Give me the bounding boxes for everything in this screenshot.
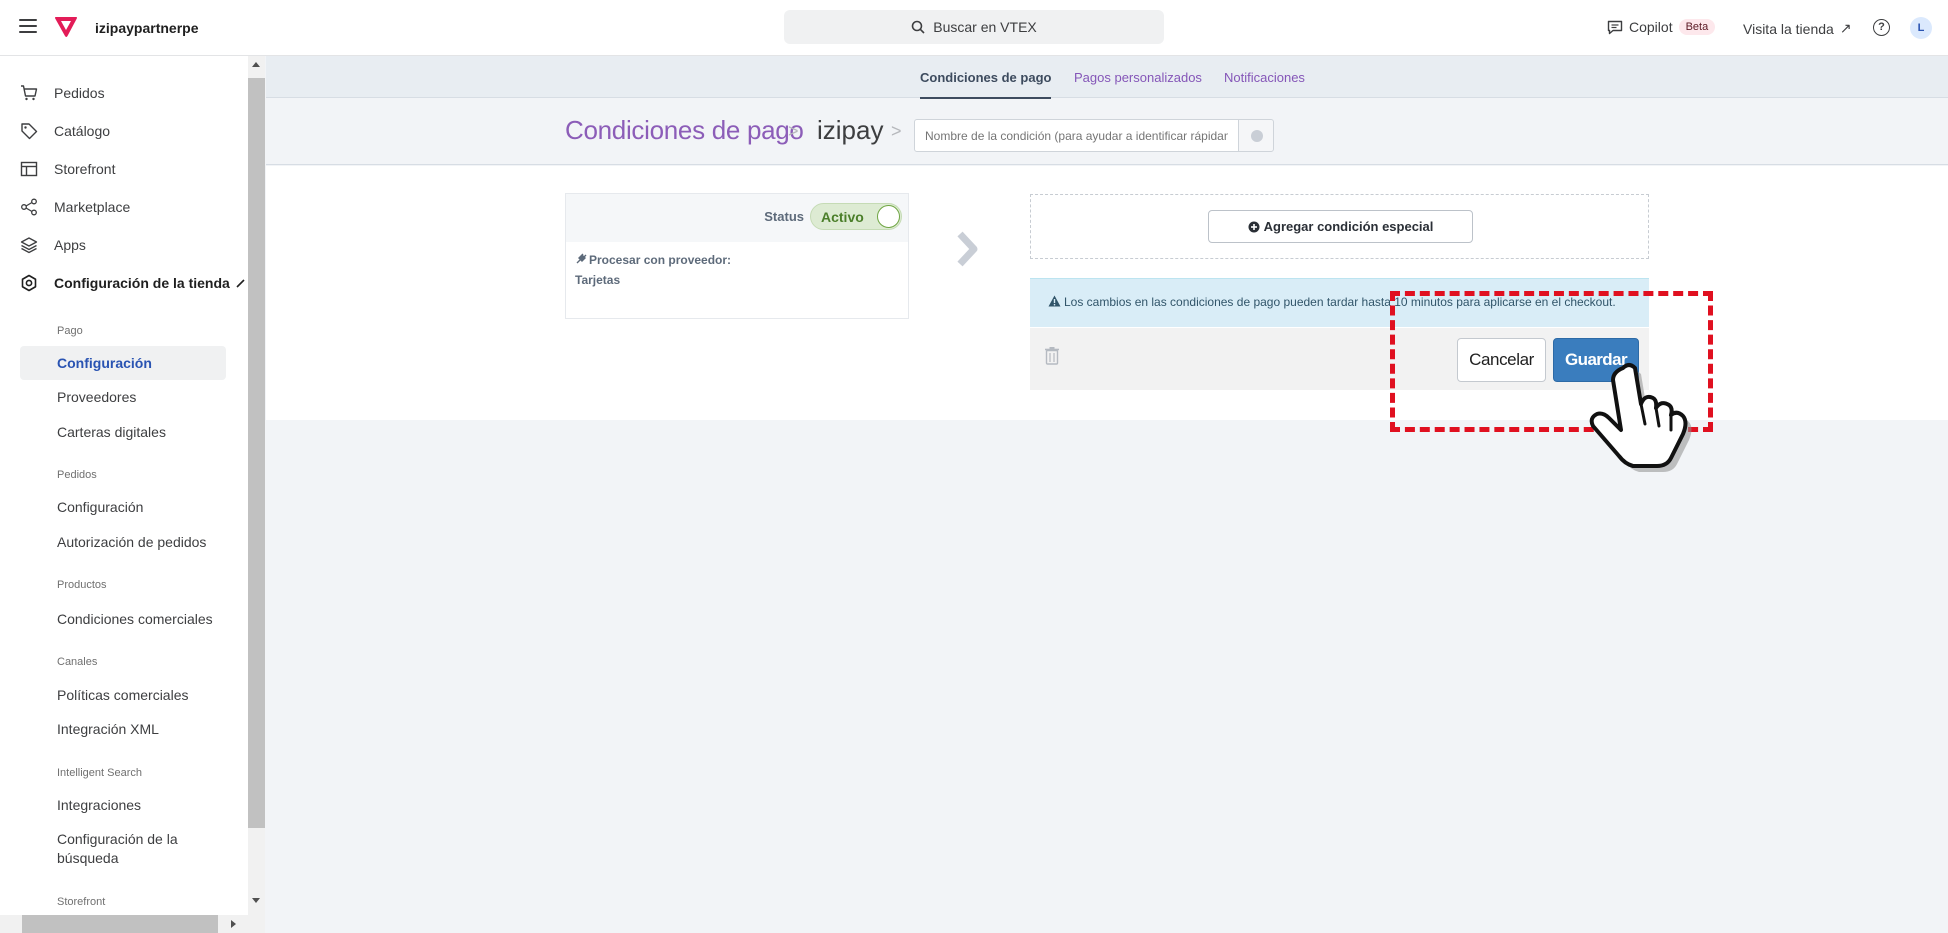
scroll-right-icon[interactable] <box>231 920 236 928</box>
processor-label: Procesar con proveedor: <box>575 253 731 267</box>
check-icon <box>1251 130 1263 142</box>
sidebar-sub-item-config-busqueda-line2[interactable]: búsqueda <box>57 850 119 866</box>
sidebar-sub-item-integracion-xml[interactable]: Integración XML <box>57 721 159 737</box>
sidebar-item-label: Catálogo <box>54 123 111 139</box>
sidebar-item-label: Marketplace <box>54 199 131 215</box>
tab-pagos-personalizados[interactable]: Pagos personalizados <box>1074 70 1202 85</box>
sidebar-scrollbar[interactable] <box>248 56 265 916</box>
avatar[interactable]: L <box>1910 17 1932 39</box>
tab-condiciones-de-pago[interactable]: Condiciones de pago <box>920 70 1052 99</box>
top-bar: izipaypartnerpe Buscar en VTEX Copilot B… <box>0 0 1948 56</box>
sidebar-item-catalogo[interactable]: Catálogo <box>20 122 110 140</box>
scrollbar-thumb[interactable] <box>22 915 218 933</box>
status-toggle[interactable]: Activo <box>810 203 902 230</box>
breadcrumb-separator: > <box>891 121 902 141</box>
sidebar-sub-item-config-busqueda[interactable]: Configuración de la <box>57 831 178 847</box>
sidebar-sub-item-autorizacion[interactable]: Autorización de pedidos <box>57 534 206 550</box>
layout-icon <box>20 161 38 177</box>
vtex-logo[interactable] <box>54 16 78 38</box>
breadcrumb-current: izipay <box>817 115 884 145</box>
sidebar-sub-item-carteras[interactable]: Carteras digitales <box>57 424 166 440</box>
visit-store-link[interactable]: Visita la tienda ↗ <box>1743 20 1852 37</box>
trash-icon[interactable] <box>1044 346 1060 365</box>
add-special-condition-button[interactable]: Agregar condición especial <box>1208 210 1473 243</box>
tag-icon <box>21 123 38 140</box>
toggle-knob <box>877 205 900 228</box>
sidebar-item-label: Pedidos <box>54 85 105 101</box>
chevron-right-icon <box>957 231 978 267</box>
breadcrumb-root[interactable]: Condiciones de pago <box>565 115 804 146</box>
sidebar-item-storefront[interactable]: Storefront <box>20 160 115 178</box>
search-placeholder: Buscar en VTEX <box>933 19 1037 35</box>
special-conditions-box: Agregar condición especial <box>1030 194 1649 259</box>
plus-circle-icon <box>1248 221 1260 232</box>
visit-store-label: Visita la tienda <box>1743 20 1834 37</box>
copilot-button[interactable]: Copilot Beta <box>1607 19 1716 35</box>
help-icon[interactable]: ? <box>1873 19 1890 36</box>
sidebar: Pedidos Catálogo Storefront Marketplace … <box>0 56 248 933</box>
plug-icon <box>576 253 587 264</box>
sidebar-item-store-settings[interactable]: Configuración de la tienda <box>20 274 230 292</box>
share-icon <box>21 198 37 216</box>
sidebar-sub-item-proveedores[interactable]: Proveedores <box>57 389 136 405</box>
store-name[interactable]: izipaypartnerpe <box>95 20 198 36</box>
sidebar-sub-item-integraciones[interactable]: Integraciones <box>57 797 141 813</box>
external-link-icon: ↗ <box>1839 20 1852 36</box>
search-bar[interactable]: Buscar en VTEX <box>784 10 1164 44</box>
horizontal-scrollbar[interactable] <box>0 915 265 933</box>
sidebar-item-apps[interactable]: Apps <box>20 236 86 254</box>
scrollbar-thumb[interactable] <box>248 78 265 828</box>
copilot-label: Copilot <box>1629 19 1673 35</box>
page-header: Condiciones de pago > izipay > <box>266 99 1948 165</box>
sidebar-sub-item-pago-configuracion[interactable]: Configuración <box>57 355 152 371</box>
beta-badge: Beta <box>1678 19 1716 35</box>
tabs-bar: Condiciones de pago Pagos personalizados… <box>266 56 1948 99</box>
section-heading-intelligent-search: Intelligent Search <box>57 767 142 779</box>
cart-icon <box>21 85 38 101</box>
scroll-down-icon[interactable] <box>252 898 260 903</box>
sidebar-sub-item-politicas[interactable]: Políticas comerciales <box>57 687 189 703</box>
pointing-hand-icon <box>1589 363 1692 472</box>
sidebar-item-marketplace[interactable]: Marketplace <box>20 198 130 216</box>
payment-condition-card: Status Activo Procesar con proveedor: Ta… <box>565 193 909 319</box>
layers-icon <box>20 237 38 254</box>
add-special-condition-label: Agregar condición especial <box>1263 219 1434 234</box>
collapse-icon[interactable] <box>236 279 246 289</box>
sidebar-item-label: Apps <box>54 237 86 253</box>
section-heading-storefront: Storefront <box>57 896 106 908</box>
sidebar-sub-item-condiciones-comerciales[interactable]: Condiciones comerciales <box>57 611 213 627</box>
sidebar-item-pedidos[interactable]: Pedidos <box>20 84 105 102</box>
confirm-name-button[interactable] <box>1238 119 1274 152</box>
section-heading-pago: Pago <box>57 325 83 337</box>
condition-name-input[interactable] <box>914 119 1239 152</box>
search-icon <box>911 20 925 34</box>
section-heading-pedidos: Pedidos <box>57 469 97 481</box>
chat-icon <box>1607 20 1623 34</box>
scroll-up-icon[interactable] <box>252 62 260 67</box>
processor-value: Tarjetas <box>575 273 621 287</box>
section-heading-canales: Canales <box>57 656 98 668</box>
gear-icon <box>21 274 37 292</box>
breadcrumb-separator: > <box>788 121 799 141</box>
tab-notificaciones[interactable]: Notificaciones <box>1224 70 1305 85</box>
sidebar-item-label: Configuración de la tienda <box>54 275 230 291</box>
processor-label-text: Procesar con proveedor: <box>589 253 732 267</box>
status-label: Status <box>764 209 804 224</box>
status-row: Status Activo <box>566 194 908 242</box>
sidebar-sub-item-pedidos-configuracion[interactable]: Configuración <box>57 499 143 515</box>
menu-icon[interactable] <box>19 19 37 33</box>
toggle-label: Activo <box>821 209 864 225</box>
section-heading-productos: Productos <box>57 579 107 591</box>
sidebar-item-label: Storefront <box>54 161 116 177</box>
warning-icon <box>1048 295 1061 307</box>
